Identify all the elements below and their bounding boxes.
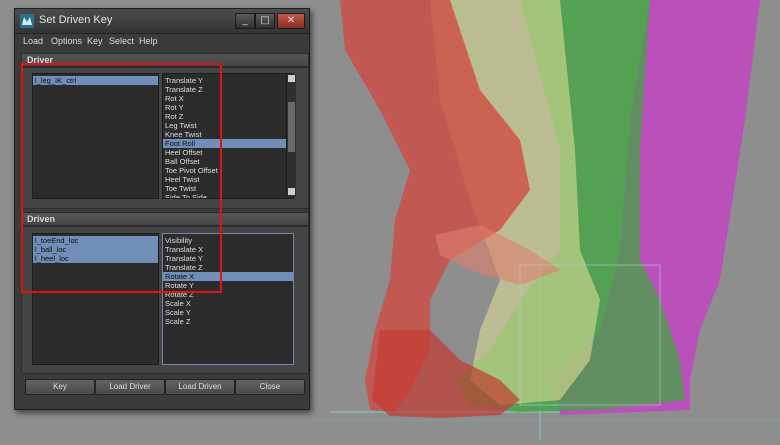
maya-app-icon — [20, 14, 34, 28]
set-driven-key-dialog: Set Driven Key _ □ ✕ Load Options Key Se… — [14, 8, 310, 410]
driver-attribute-item[interactable]: Heel Offset — [163, 148, 293, 157]
driven-attribute-item[interactable]: Scale Y — [163, 308, 293, 317]
driver-object-item[interactable]: l_leg_IK_ctrl — [33, 76, 158, 85]
driven-attribute-item[interactable]: Visibility — [163, 236, 293, 245]
driver-attribute-item[interactable]: Side To Side — [163, 193, 293, 198]
driver-attribute-item[interactable]: Rot Z — [163, 112, 293, 121]
menu-select[interactable]: Select — [109, 36, 134, 46]
driven-attribute-item[interactable]: Translate Z — [163, 263, 293, 272]
driven-attribute-item[interactable]: Scale Z — [163, 317, 293, 326]
scroll-thumb[interactable] — [288, 102, 295, 152]
driver-attributes-list[interactable]: Translate Y Translate Z Rot X Rot Y Rot Z Leg… — [162, 73, 294, 199]
driver-attribute-item[interactable]: Foot Roll — [163, 139, 293, 148]
window-title: Set Driven Key — [39, 14, 113, 26]
maximize-button[interactable]: □ — [255, 13, 275, 29]
menu-options[interactable]: Options — [51, 36, 82, 46]
driver-attribute-item[interactable]: Rot X — [163, 94, 293, 103]
driver-attribute-item[interactable]: Knee Twist — [163, 130, 293, 139]
driven-attribute-item[interactable]: Rotate Z — [163, 290, 293, 299]
driver-objects-list[interactable]: l_leg_IK_ctrl — [32, 73, 159, 199]
driver-attribute-item[interactable]: Toe Pivot Offset — [163, 166, 293, 175]
driver-attribute-item[interactable]: Leg Twist — [163, 121, 293, 130]
driven-attribute-item[interactable]: Rotate Y — [163, 281, 293, 290]
load-driven-button[interactable]: Load Driven — [165, 379, 235, 395]
minimize-button[interactable]: _ — [235, 13, 255, 29]
menu-key[interactable]: Key — [87, 36, 103, 46]
title-bar[interactable]: Set Driven Key _ □ ✕ — [15, 9, 309, 34]
driven-attributes-list[interactable]: Visibility Translate X Translate Y Translat… — [162, 233, 294, 365]
close-button[interactable]: Close — [235, 379, 305, 395]
load-driver-button[interactable]: Load Driver — [95, 379, 165, 395]
driver-attribute-item[interactable]: Heel Twist — [163, 175, 293, 184]
scroll-down-arrow-icon[interactable] — [288, 188, 295, 195]
driver-attribute-item[interactable]: Translate Y — [163, 76, 293, 85]
driven-object-item[interactable]: l_heel_loc — [33, 254, 158, 263]
key-button[interactable]: Key — [25, 379, 95, 395]
driver-attribute-item[interactable]: Translate Z — [163, 85, 293, 94]
driven-attribute-item[interactable]: Rotate X — [163, 272, 293, 281]
driven-attribute-item[interactable]: Scale X — [163, 299, 293, 308]
driver-scrollbar[interactable] — [286, 74, 296, 197]
driver-attribute-item[interactable]: Rot Y — [163, 103, 293, 112]
driven-object-item[interactable]: l_ball_loc — [33, 245, 158, 254]
driver-section: l_leg_IK_ctrl Translate Y Translate Z Rot … — [21, 67, 309, 209]
scroll-up-arrow-icon[interactable] — [288, 75, 295, 82]
driven-section-header[interactable]: Driven — [21, 212, 309, 226]
driver-attribute-item[interactable]: Toe Twist — [163, 184, 293, 193]
driver-section-header[interactable]: Driver — [21, 53, 309, 67]
driver-attribute-item[interactable]: Ball Offset — [163, 157, 293, 166]
menu-help[interactable]: Help — [139, 36, 158, 46]
driven-section: l_toeEnd_loc l_ball_loc l_heel_loc Visibil… — [21, 226, 309, 374]
menu-load[interactable]: Load — [23, 36, 43, 46]
driven-object-item[interactable]: l_toeEnd_loc — [33, 236, 158, 245]
close-window-button[interactable]: ✕ — [277, 13, 305, 29]
driven-attribute-item[interactable]: Translate X — [163, 245, 293, 254]
driven-attribute-item[interactable]: Translate Y — [163, 254, 293, 263]
driven-objects-list[interactable]: l_toeEnd_loc l_ball_loc l_heel_loc — [32, 233, 159, 365]
menu-bar: Load Options Key Select Help — [15, 34, 309, 50]
